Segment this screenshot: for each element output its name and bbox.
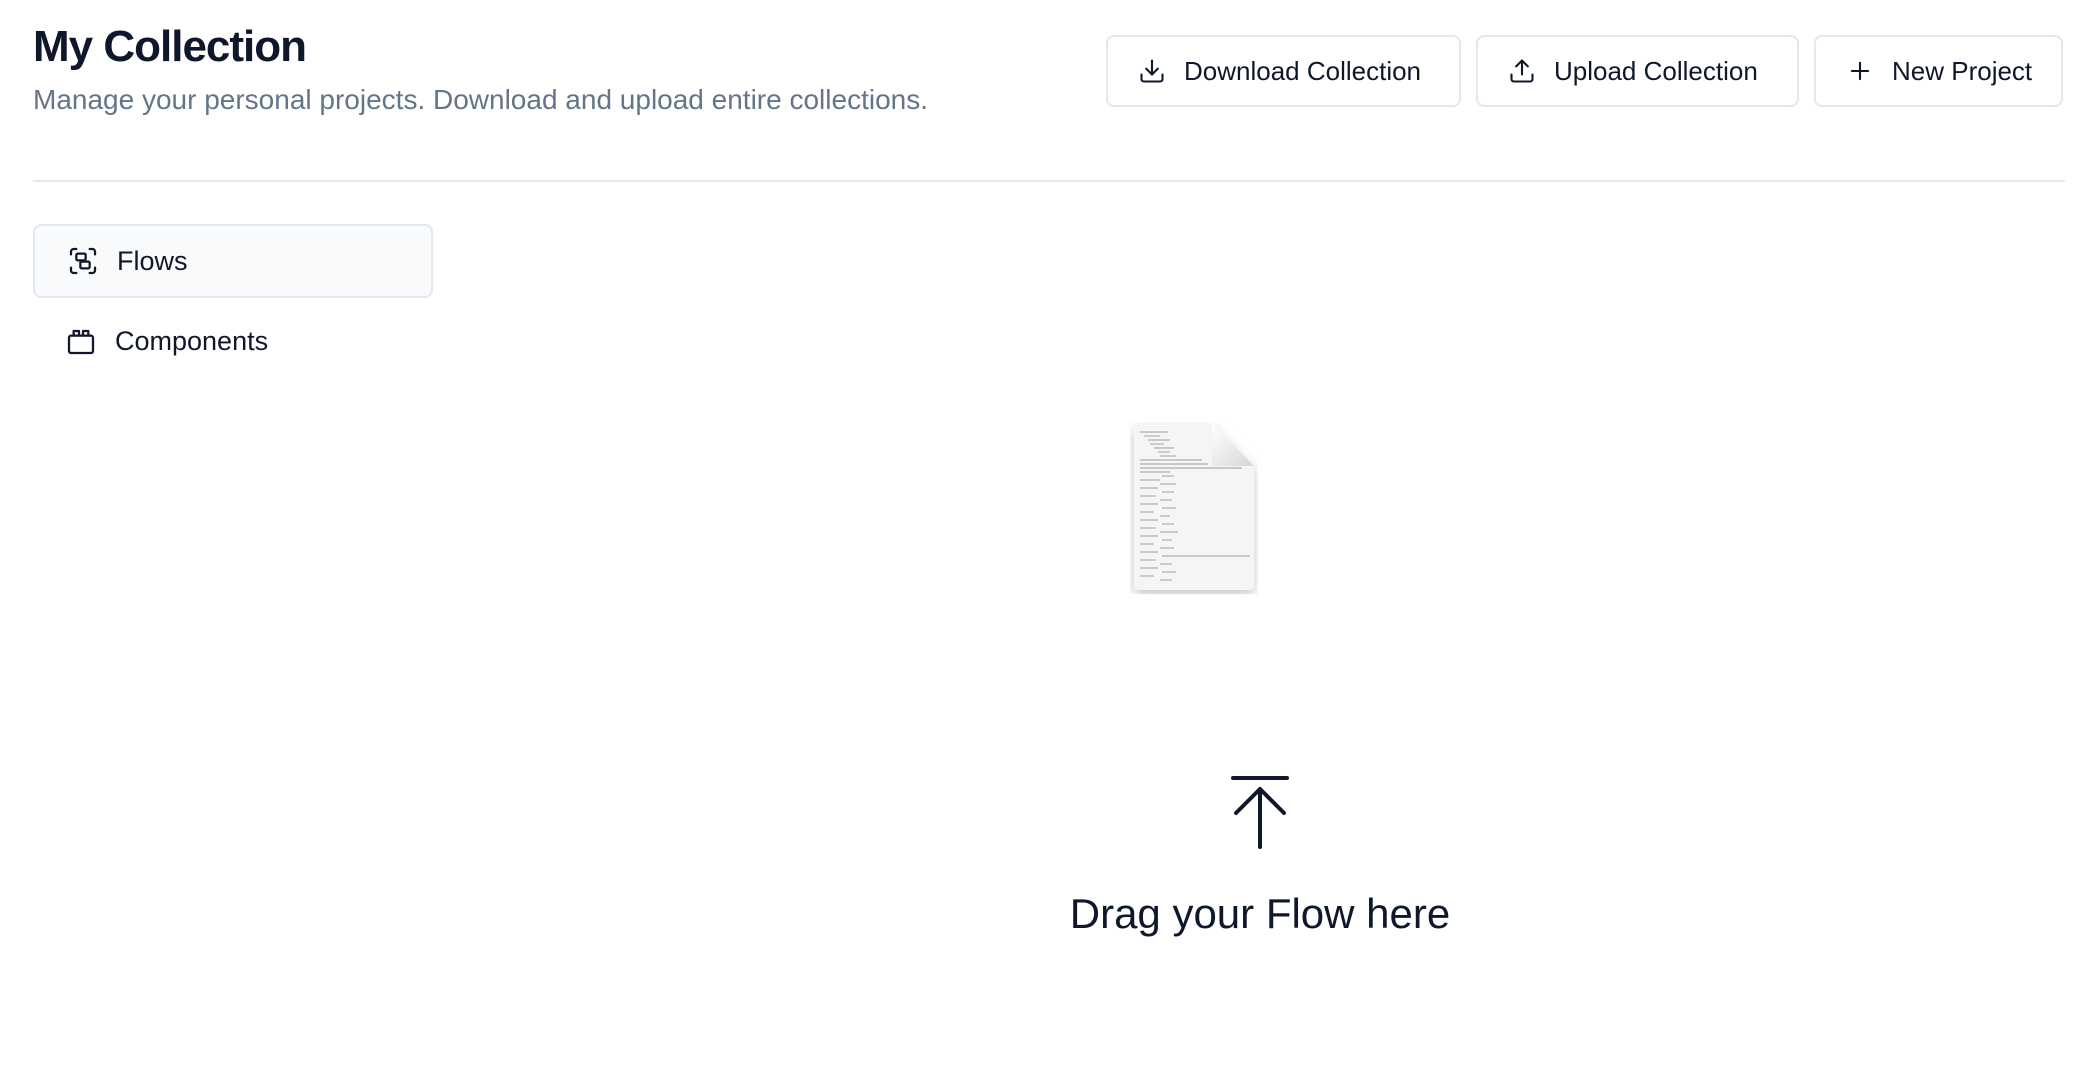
components-icon [65,325,97,357]
download-icon [1138,57,1166,85]
flows-icon [67,245,99,277]
dropzone-text: Drag your Flow here [1069,890,1451,937]
new-project-button[interactable]: New Project [1814,35,2063,107]
plus-icon [1846,57,1874,85]
file-document-icon [1130,422,1258,594]
upload-icon [1508,57,1536,85]
download-collection-button[interactable]: Download Collection [1106,35,1461,107]
sidebar-item-flows[interactable]: Flows [33,224,433,298]
upload-collection-button[interactable]: Upload Collection [1476,35,1799,107]
sidebar-item-label: Flows [117,245,188,276]
sidebar-item-label: Components [115,325,269,356]
page-header: My Collection Manage your personal proje… [33,0,2065,182]
page: My Collection Manage your personal proje… [0,0,2098,1086]
sidebar-nav: Flows Components [33,224,433,384]
page-title: My Collection [33,22,307,71]
page-subtitle: Manage your personal projects. Download … [33,84,928,115]
upload-collection-label: Upload Collection [1554,55,1758,86]
new-project-label: New Project [1892,55,2033,86]
sidebar-item-components[interactable]: Components [33,304,433,378]
flow-dropzone[interactable]: Drag your Flow here [1000,400,1520,960]
upload-arrow-icon [1230,775,1290,851]
download-collection-label: Download Collection [1184,55,1422,86]
